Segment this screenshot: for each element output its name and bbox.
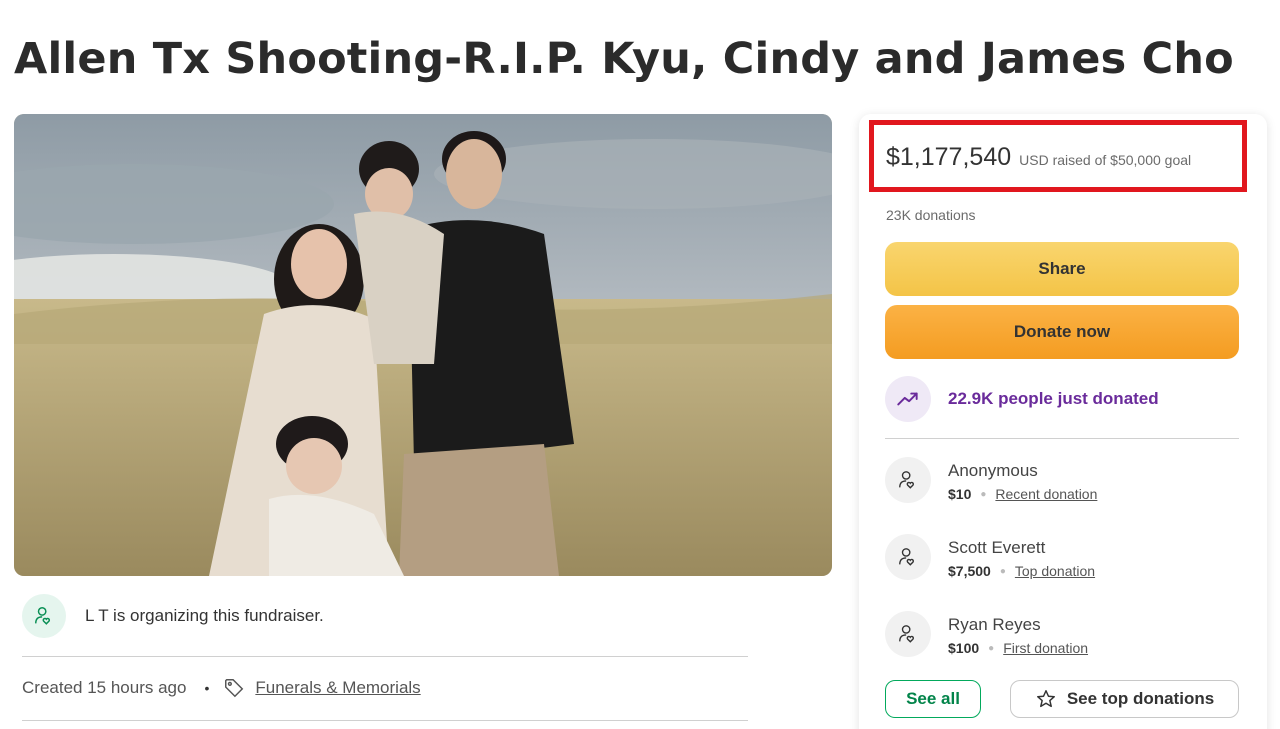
category-link[interactable]: Funerals & Memorials (255, 678, 420, 698)
person-heart-icon (885, 457, 931, 503)
star-icon (1035, 688, 1057, 710)
share-button[interactable]: Share (885, 242, 1239, 296)
tag-icon (223, 677, 245, 699)
donor-name: Anonymous (948, 461, 1038, 480)
page-title: Allen Tx Shooting-R.I.P. Kyu, Cindy and … (14, 34, 1234, 84)
donor-amount: $7,500 (948, 563, 991, 579)
donor-item: Ryan Reyes $100 ● First donation (885, 611, 1088, 657)
organizer-row: L T is organizing this fundraiser. (22, 594, 748, 638)
donor-label-link[interactable]: First donation (1003, 640, 1088, 656)
meta-separator: • (204, 680, 210, 696)
donor-name: Ryan Reyes (948, 615, 1041, 634)
divider (22, 720, 748, 721)
see-all-button[interactable]: See all (885, 680, 981, 718)
person-heart-icon (885, 611, 931, 657)
donor-name: Scott Everett (948, 538, 1046, 557)
see-top-donations-label: See top donations (1066, 689, 1215, 708)
donate-now-button[interactable]: Donate now (885, 305, 1239, 359)
donor-amount: $10 (948, 486, 972, 502)
donor-label-link[interactable]: Top donation (1015, 563, 1095, 579)
divider (885, 438, 1239, 439)
person-heart-icon (885, 534, 931, 580)
recent-donors-trend: 22.9K people just donated (885, 376, 1159, 422)
donor-separator: ● (999, 565, 1006, 577)
donor-item: Scott Everett $7,500 ● Top donation (885, 534, 1095, 580)
highlight-box (869, 120, 1247, 192)
organizer-text: L T is organizing this fundraiser. (85, 606, 324, 625)
trending-up-icon (885, 376, 931, 422)
donor-amount: $100 (948, 640, 980, 656)
family-photo-illustration (14, 114, 832, 576)
donor-separator: ● (980, 488, 987, 500)
fundraiser-meta: Created 15 hours ago • Funerals & Memori… (22, 677, 421, 699)
donor-item: Anonymous $10 ● Recent donation (885, 457, 1097, 503)
fundraiser-photo (14, 114, 832, 576)
donor-label-link[interactable]: Recent donation (995, 486, 1097, 502)
see-top-donations-button[interactable]: See top donations (1010, 680, 1239, 718)
trend-text: 22.9K people just donated (948, 389, 1159, 408)
donation-count: 23K donations (886, 207, 976, 223)
person-heart-icon (22, 594, 66, 638)
divider (22, 656, 748, 657)
donor-separator: ● (988, 642, 995, 654)
created-time: Created 15 hours ago (22, 678, 187, 697)
